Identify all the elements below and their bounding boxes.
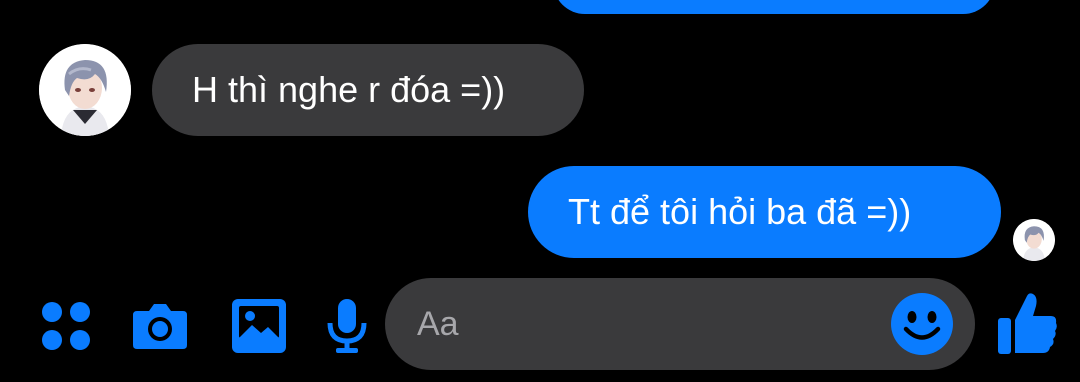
outgoing-message-text: Tt để tôi hỏi ba đã =)) — [568, 191, 912, 232]
contact-avatar[interactable] — [39, 44, 131, 136]
incoming-message-bubble[interactable]: H thì nghe r đóa =)) — [152, 44, 584, 136]
gallery-icon[interactable] — [228, 295, 290, 357]
read-receipt-avatar-image — [1013, 219, 1055, 261]
message-input-field[interactable]: Aa — [385, 278, 975, 370]
microphone-icon[interactable] — [316, 295, 378, 357]
previous-outgoing-message-bubble[interactable] — [553, 0, 995, 14]
message-input-placeholder: Aa — [417, 305, 459, 343]
camera-icon[interactable] — [129, 295, 191, 357]
smiley-icon[interactable] — [890, 292, 954, 356]
avatar-image — [39, 44, 131, 136]
incoming-message-text: H thì nghe r đóa =)) — [192, 69, 506, 110]
outgoing-message-bubble[interactable]: Tt để tôi hỏi ba đã =)) — [528, 166, 1001, 258]
thumbs-up-icon[interactable] — [995, 290, 1059, 358]
read-receipt-avatar — [1013, 219, 1055, 261]
apps-icon[interactable] — [35, 295, 97, 357]
